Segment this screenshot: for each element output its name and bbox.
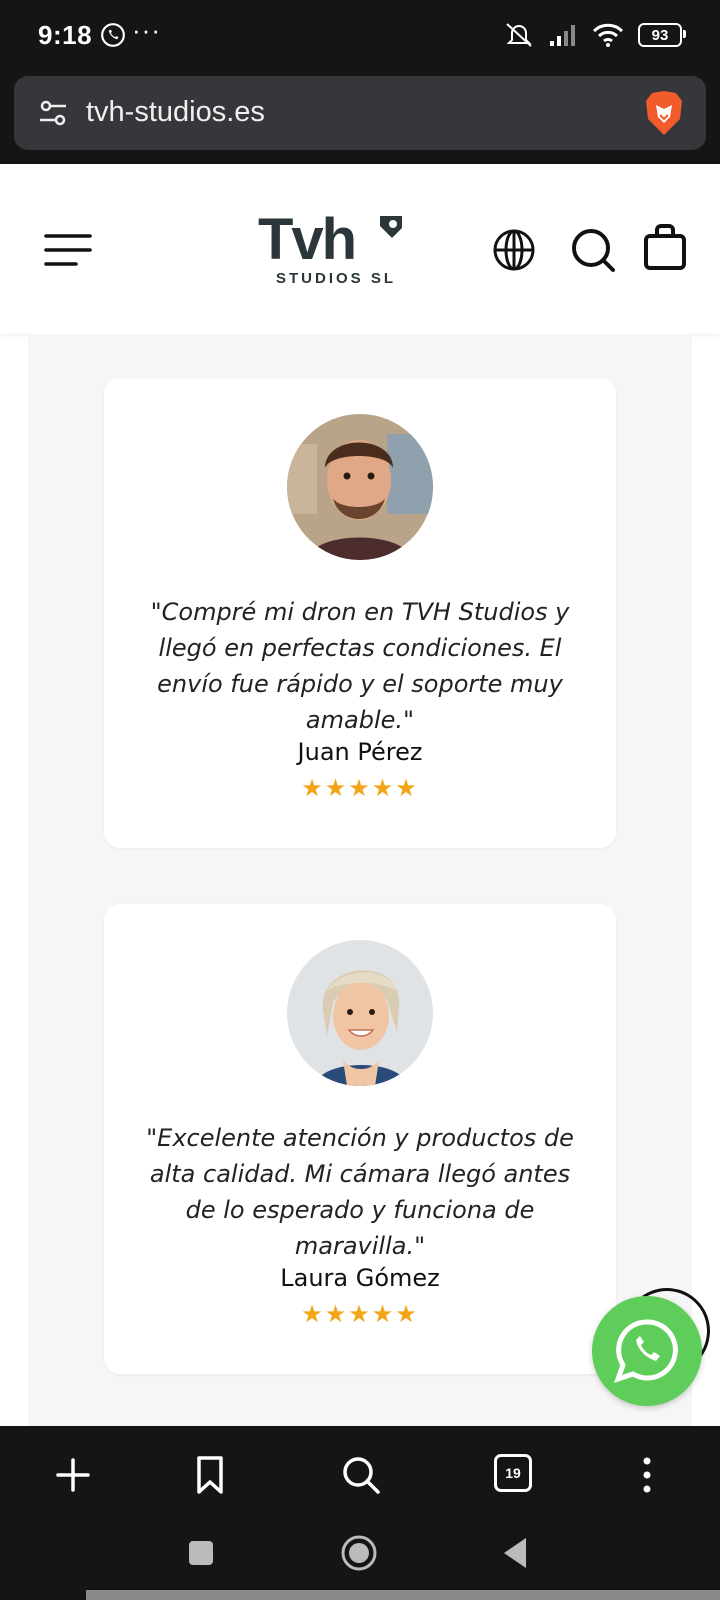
more-icon[interactable] <box>622 1450 672 1500</box>
battery-indicator: 93 <box>638 23 686 47</box>
avatar <box>287 940 433 1086</box>
plus-icon[interactable] <box>48 1450 98 1500</box>
signal-icon <box>550 25 575 46</box>
status-time: 9:18 <box>38 20 93 50</box>
site-logo[interactable]: Tvh STUDIOS SL <box>258 210 408 290</box>
logo-tag-icon <box>380 216 402 238</box>
globe-icon[interactable] <box>492 228 536 272</box>
system-nav-bar <box>0 1524 720 1600</box>
whatsapp-button[interactable] <box>592 1296 702 1406</box>
star-rating: ★★★★★ <box>301 1301 419 1328</box>
testimonial-quote: "Compré mi dron en TVH Studios y llegó e… <box>150 598 570 734</box>
menu-icon[interactable] <box>44 232 92 272</box>
tune-icon[interactable] <box>38 98 68 128</box>
bag-icon[interactable] <box>642 224 688 272</box>
browser-bottom-toolbar: 19 <box>0 1426 720 1524</box>
gesture-bar <box>86 1590 720 1600</box>
home-icon[interactable] <box>340 1534 378 1572</box>
back-icon[interactable] <box>500 1536 530 1570</box>
mute-icon <box>506 23 532 47</box>
wifi-icon <box>592 23 624 47</box>
testimonial-quote: "Excelente atención y productos de alta … <box>146 1124 574 1260</box>
whatsapp-icon <box>613 1319 678 1383</box>
star-rating: ★★★★★ <box>301 775 419 802</box>
logo-subtitle: STUDIOS SL <box>276 270 397 287</box>
testimonial-card: "Excelente atención y productos de alta … <box>104 904 616 1374</box>
whatsapp-notification-icon <box>101 23 125 47</box>
search-icon[interactable] <box>570 227 616 273</box>
bookmark-icon[interactable] <box>185 1450 235 1500</box>
logo-wordmark: Tvh <box>258 207 357 272</box>
status-icons: 93 <box>504 22 686 48</box>
search-icon[interactable] <box>336 1450 386 1500</box>
more-notifications-icon: ··· <box>132 15 161 45</box>
url-text[interactable]: tvh-studios.es <box>86 96 265 129</box>
testimonial-author: Juan Pérez <box>297 738 423 766</box>
status-bar: 9:18 ··· 93 <box>0 0 720 74</box>
address-bar[interactable]: tvh-studios.es <box>14 76 706 150</box>
tabs-button[interactable]: 19 <box>494 1454 532 1492</box>
testimonial-author: Laura Gómez <box>280 1264 440 1292</box>
testimonial-card: "Compré mi dron en TVH Studios y llegó e… <box>104 378 616 848</box>
recents-icon[interactable] <box>186 1538 216 1568</box>
browser-top: tvh-studios.es <box>0 74 720 164</box>
site-header: Tvh STUDIOS SL <box>0 164 720 334</box>
brave-icon[interactable] <box>642 89 686 137</box>
avatar <box>287 414 433 560</box>
